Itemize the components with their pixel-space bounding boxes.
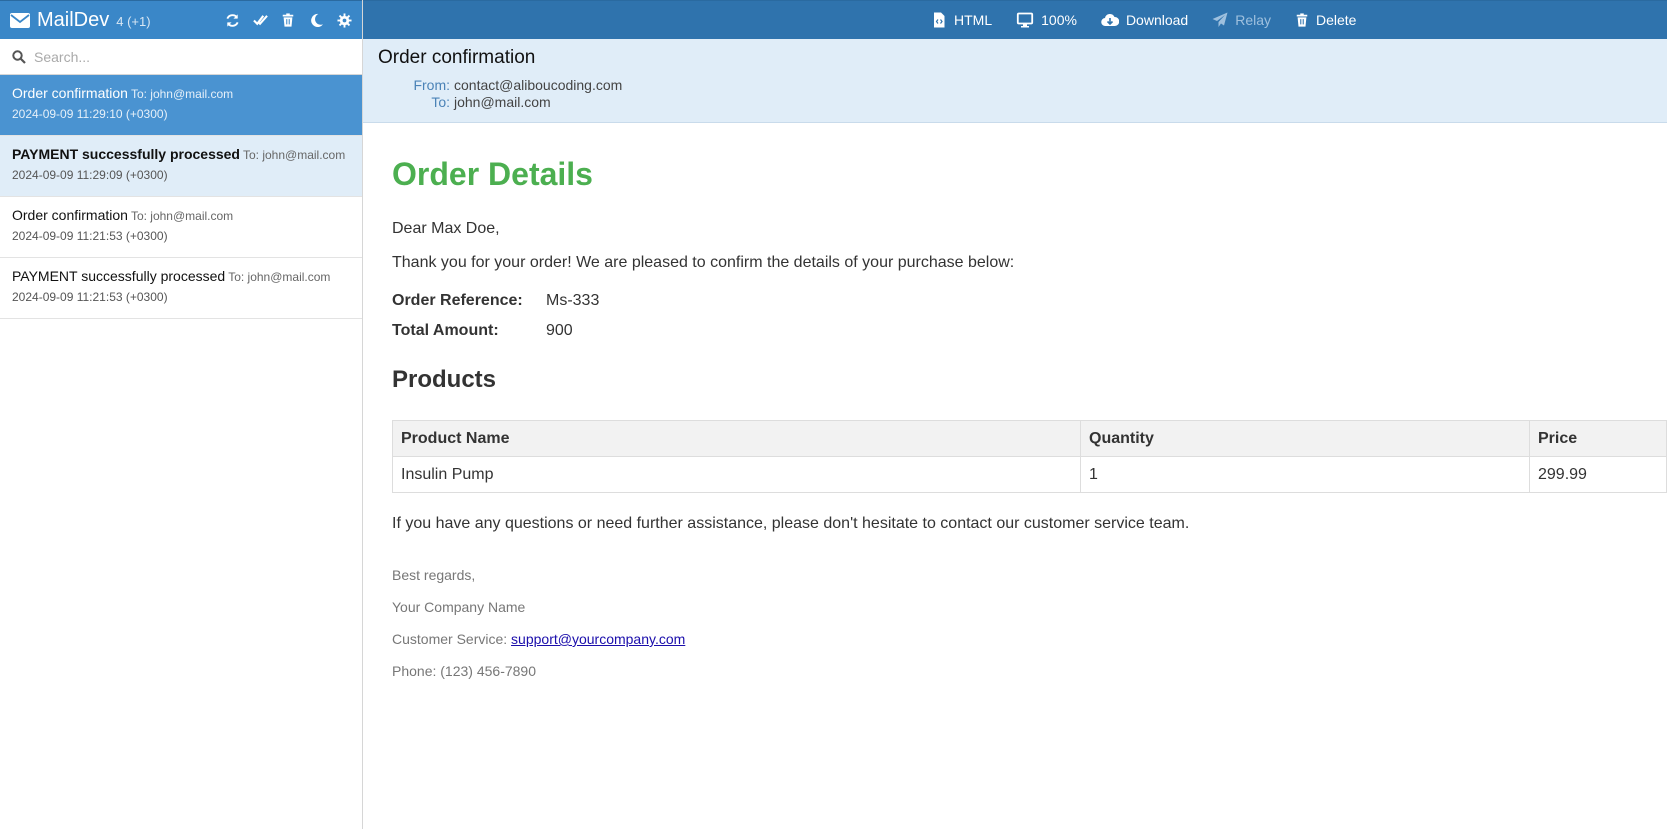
message-list: Order confirmation To: john@mail.com 2024… (0, 75, 362, 319)
paper-plane-icon (1212, 12, 1228, 27)
delete-button[interactable]: Delete (1295, 12, 1356, 28)
total-amount-row: Total Amount: 900 (392, 322, 1638, 340)
email-greeting: Dear Max Doe, (392, 220, 500, 237)
list-item[interactable]: Order confirmation To: john@mail.com 2024… (0, 197, 362, 258)
html-view-label: HTML (954, 12, 993, 28)
to-label: To: (431, 94, 450, 110)
column-header: Quantity (1080, 420, 1530, 457)
message-subject: PAYMENT successfully processed (12, 146, 240, 162)
email-intro: Thank you for your order! We are pleased… (392, 254, 1015, 271)
total-amount-value: 900 (546, 322, 573, 339)
from-label: From: (413, 77, 450, 93)
delete-all-button[interactable] (280, 12, 296, 28)
message-recipient: To: john@mail.com (130, 87, 234, 101)
relay-label: Relay (1235, 12, 1271, 28)
message-recipient: To: john@mail.com (243, 148, 346, 162)
order-reference-value: Ms-333 (546, 292, 600, 309)
refresh-icon (225, 13, 239, 27)
search-input[interactable] (34, 48, 334, 65)
support-email-link[interactable]: support@yourcompany.com (511, 631, 685, 647)
table-cell: 299.99 (1529, 456, 1667, 493)
settings-button[interactable] (336, 12, 352, 28)
message-meta: From: contact@aliboucoding.com To: john@… (378, 77, 1652, 111)
message-view: HTML 100% Download Relay Delete Order co… (363, 0, 1667, 829)
total-amount-label: Total Amount: (392, 322, 499, 339)
company-name: Your Company Name (392, 599, 526, 615)
products-table: Product Name Quantity Price Insulin Pump… (392, 420, 1667, 493)
table-cell: Insulin Pump (392, 456, 1081, 493)
message-toolbar: HTML 100% Download Relay Delete (363, 0, 1667, 39)
moon-icon (310, 13, 323, 27)
message-recipient: To: john@mail.com (130, 209, 234, 223)
email-closing: If you have any questions or need furthe… (392, 515, 1190, 532)
trash-icon (1296, 13, 1308, 27)
list-item[interactable]: PAYMENT successfully processed To: john@m… (0, 258, 362, 319)
download-label: Download (1125, 12, 1189, 28)
message-date: 2024-09-09 11:21:53 (+0300) (12, 290, 168, 304)
search-bar (0, 39, 362, 75)
email-regards: Best regards, (392, 567, 476, 583)
table-row: Insulin Pump 1 299.99 (392, 456, 1667, 493)
delete-label: Delete (1316, 12, 1357, 28)
search-icon (12, 49, 26, 64)
to-address: john@mail.com (454, 94, 551, 110)
table-header-row: Product Name Quantity Price (392, 420, 1667, 457)
zoom-button[interactable]: 100% (1016, 12, 1077, 28)
sidebar: MailDev 4 (+1) Search... Order confirmat… (0, 0, 363, 829)
mark-all-read-button[interactable] (252, 12, 268, 28)
gear-icon (336, 12, 352, 28)
envelope-icon (10, 12, 30, 28)
message-header: Order confirmation From: contact@alibouc… (363, 39, 1667, 123)
email-heading: Order Details (392, 156, 593, 192)
app-name: MailDev (37, 8, 110, 31)
message-subject: Order confirmation (12, 207, 128, 223)
mark-all-read-icon (252, 14, 268, 25)
message-subject: Order confirmation (12, 85, 128, 101)
order-reference-row: Order Reference: Ms-333 (392, 292, 1638, 310)
dark-mode-toggle[interactable] (308, 12, 324, 28)
message-count: 4 (+1) (116, 14, 151, 29)
table-cell: 1 (1080, 456, 1530, 493)
trash-icon (282, 13, 294, 27)
message-date: 2024-09-09 11:29:10 (+0300) (12, 107, 168, 121)
list-item[interactable]: Order confirmation To: john@mail.com 2024… (0, 75, 362, 136)
html-view-button[interactable]: HTML (931, 12, 992, 28)
phone-line: Phone: (123) 456-7890 (392, 663, 536, 679)
monitor-icon (1017, 12, 1034, 28)
refresh-button[interactable] (224, 12, 240, 28)
relay-button[interactable]: Relay (1212, 12, 1271, 28)
message-recipient: To: john@mail.com (228, 270, 331, 284)
column-header: Price (1529, 420, 1667, 457)
from-address: contact@aliboucoding.com (454, 77, 623, 93)
message-subject: PAYMENT successfully processed (12, 268, 226, 284)
message-subject-title: Order confirmation (378, 47, 536, 68)
cloud-download-icon (1101, 13, 1119, 27)
column-header: Product Name (392, 420, 1081, 457)
customer-service-line: Customer Service: support@yourcompany.co… (392, 631, 1638, 647)
zoom-label: 100% (1041, 12, 1077, 28)
order-reference-label: Order Reference: (392, 292, 523, 309)
customer-service-label: Customer Service: (392, 631, 508, 647)
products-heading: Products (392, 366, 497, 393)
file-code-icon (934, 12, 945, 28)
message-date: 2024-09-09 11:21:53 (+0300) (12, 229, 168, 243)
brand-bar: MailDev 4 (+1) (0, 0, 362, 39)
email-body: Order Details Dear Max Doe, Thank you fo… (363, 123, 1667, 712)
list-item[interactable]: PAYMENT successfully processed To: john@m… (0, 136, 362, 197)
sidebar-tools (224, 12, 352, 28)
message-date: 2024-09-09 11:29:09 (+0300) (12, 168, 168, 182)
download-button[interactable]: Download (1101, 12, 1188, 28)
